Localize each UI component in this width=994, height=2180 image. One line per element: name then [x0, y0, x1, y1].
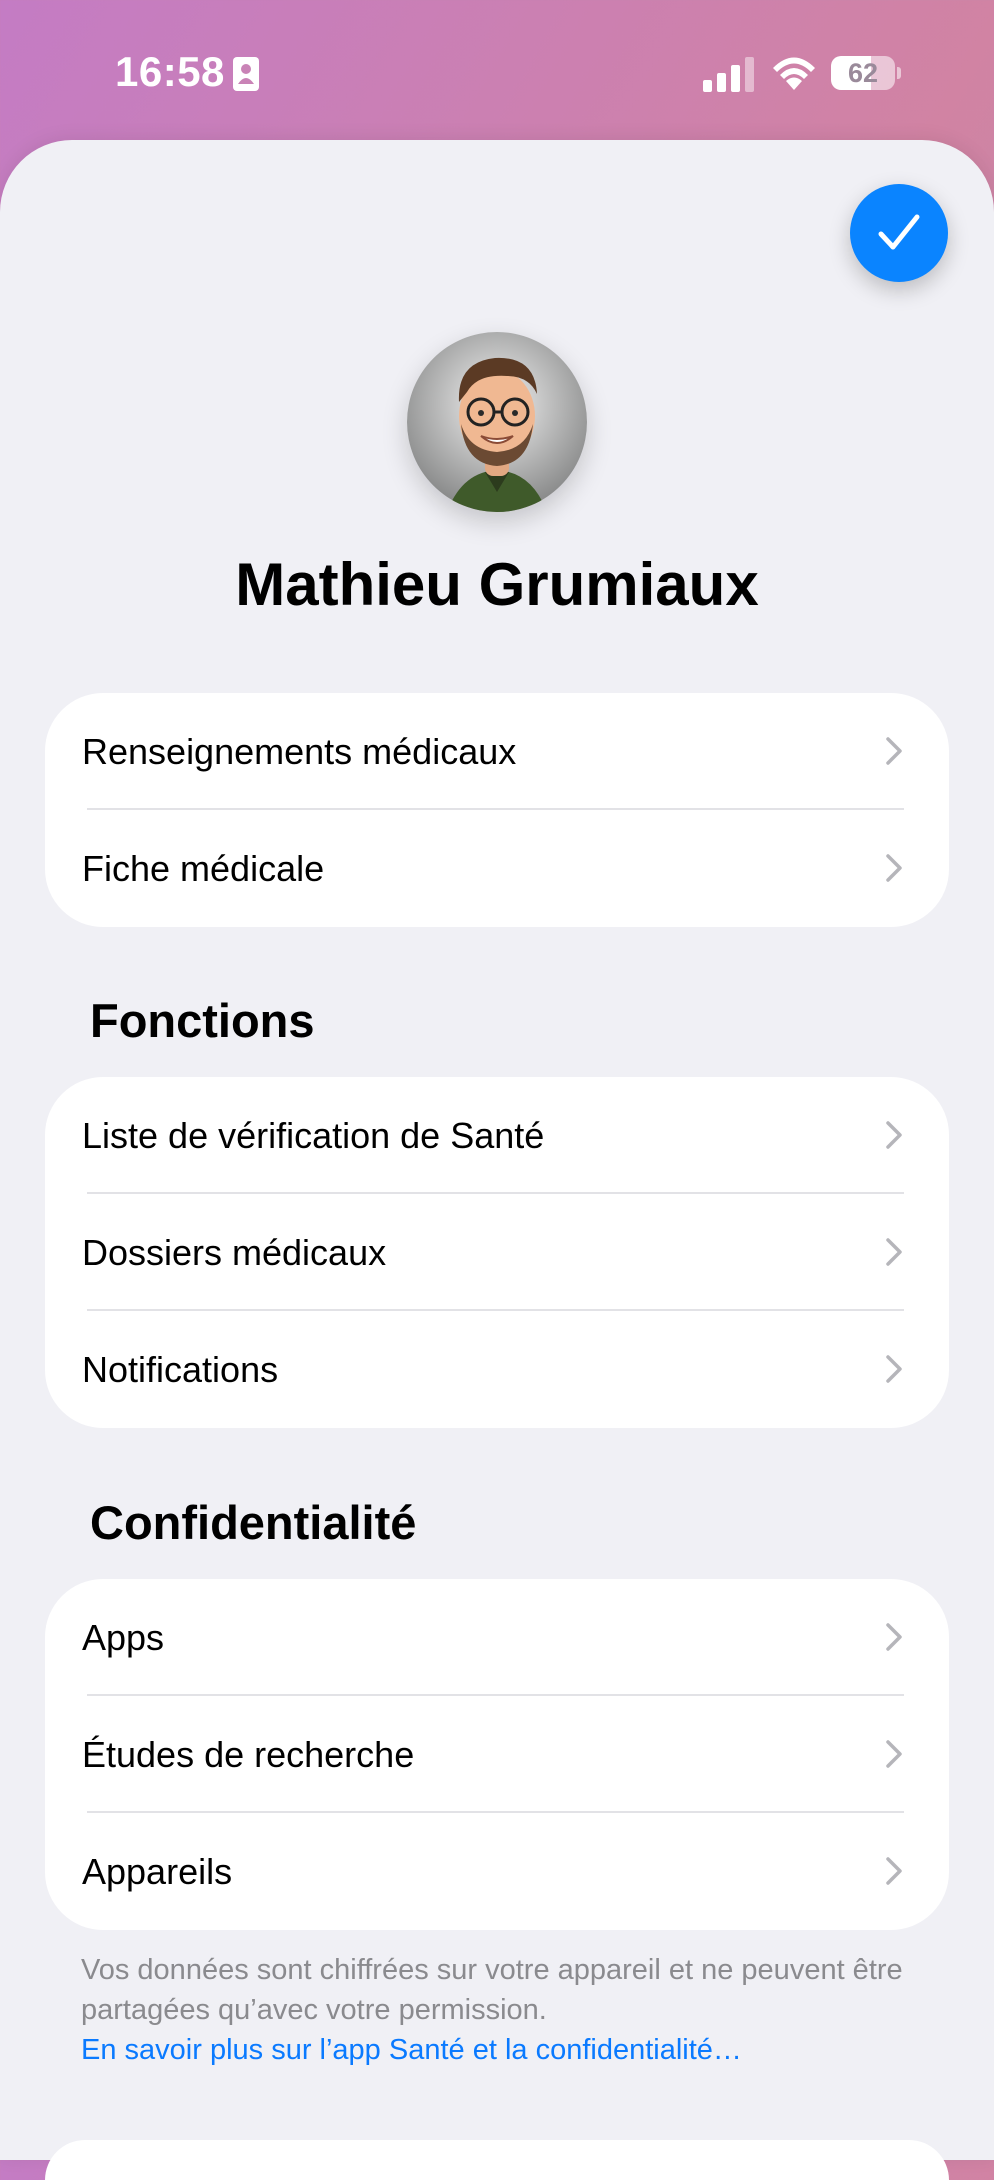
row-medical-details[interactable]: Renseignements médicaux: [45, 693, 949, 810]
profile-name: Mathieu Grumiaux: [235, 551, 759, 618]
row-apps[interactable]: Apps: [45, 1579, 949, 1696]
privacy-footnote-text: Vos données sont chiffrées sur votre app…: [81, 1954, 903, 2026]
section-title-features: Fonctions: [90, 994, 315, 1047]
cellular-signal-icon: [703, 57, 754, 92]
privacy-footnote: Vos données sont chiffrées sur votre app…: [81, 1950, 921, 2070]
next-group-edge: [45, 2140, 949, 2180]
wifi-icon: [773, 57, 815, 90]
avatar-image: [407, 332, 587, 512]
row-research-studies[interactable]: Études de recherche: [45, 1696, 949, 1813]
row-devices[interactable]: Appareils: [45, 1813, 949, 1930]
profile-sheet: Mathieu Grumiaux Renseignements médicaux…: [0, 140, 994, 2180]
row-label: Apps: [82, 1617, 165, 1658]
medical-group: Renseignements médicaux Fiche médicale: [45, 693, 949, 927]
row-label: Études de recherche: [82, 1734, 415, 1775]
row-notifications[interactable]: Notifications: [45, 1311, 949, 1428]
row-label: Dossiers médicaux: [82, 1232, 387, 1273]
status-time: 16:58: [115, 48, 225, 95]
row-medical-id[interactable]: Fiche médicale: [45, 810, 949, 927]
row-health-records[interactable]: Dossiers médicaux: [45, 1194, 949, 1311]
battery-percent: 62: [847, 58, 879, 88]
done-button[interactable]: [850, 184, 948, 282]
privacy-group: Apps Études de recherche Appareils: [45, 1579, 949, 1930]
row-label: Fiche médicale: [82, 848, 325, 889]
row-label: Notifications: [82, 1349, 279, 1390]
section-title-privacy: Confidentialité: [90, 1496, 417, 1549]
chevron-right-icon: [886, 1355, 902, 1383]
row-health-checklist[interactable]: Liste de vérification de Santé: [45, 1077, 949, 1194]
chevron-right-icon: [886, 1238, 902, 1266]
chevron-right-icon: [886, 737, 902, 765]
privacy-learn-more-link[interactable]: En savoir plus sur l’app Santé et la con…: [81, 2030, 921, 2070]
chevron-right-icon: [886, 1740, 902, 1768]
chevron-right-icon: [886, 854, 902, 882]
contact-card-icon: [233, 57, 259, 91]
chevron-right-icon: [886, 1121, 902, 1149]
battery-indicator: 62: [831, 56, 901, 90]
row-label: Renseignements médicaux: [82, 731, 517, 772]
row-label: Appareils: [82, 1851, 233, 1892]
chevron-right-icon: [886, 1857, 902, 1885]
status-bar: 16:58 62: [0, 0, 994, 140]
chevron-right-icon: [886, 1623, 902, 1651]
features-group: Liste de vérification de Santé Dossiers …: [45, 1077, 949, 1428]
row-label: Liste de vérification de Santé: [82, 1115, 545, 1156]
avatar[interactable]: [407, 332, 587, 512]
checkmark-icon: [878, 214, 920, 250]
